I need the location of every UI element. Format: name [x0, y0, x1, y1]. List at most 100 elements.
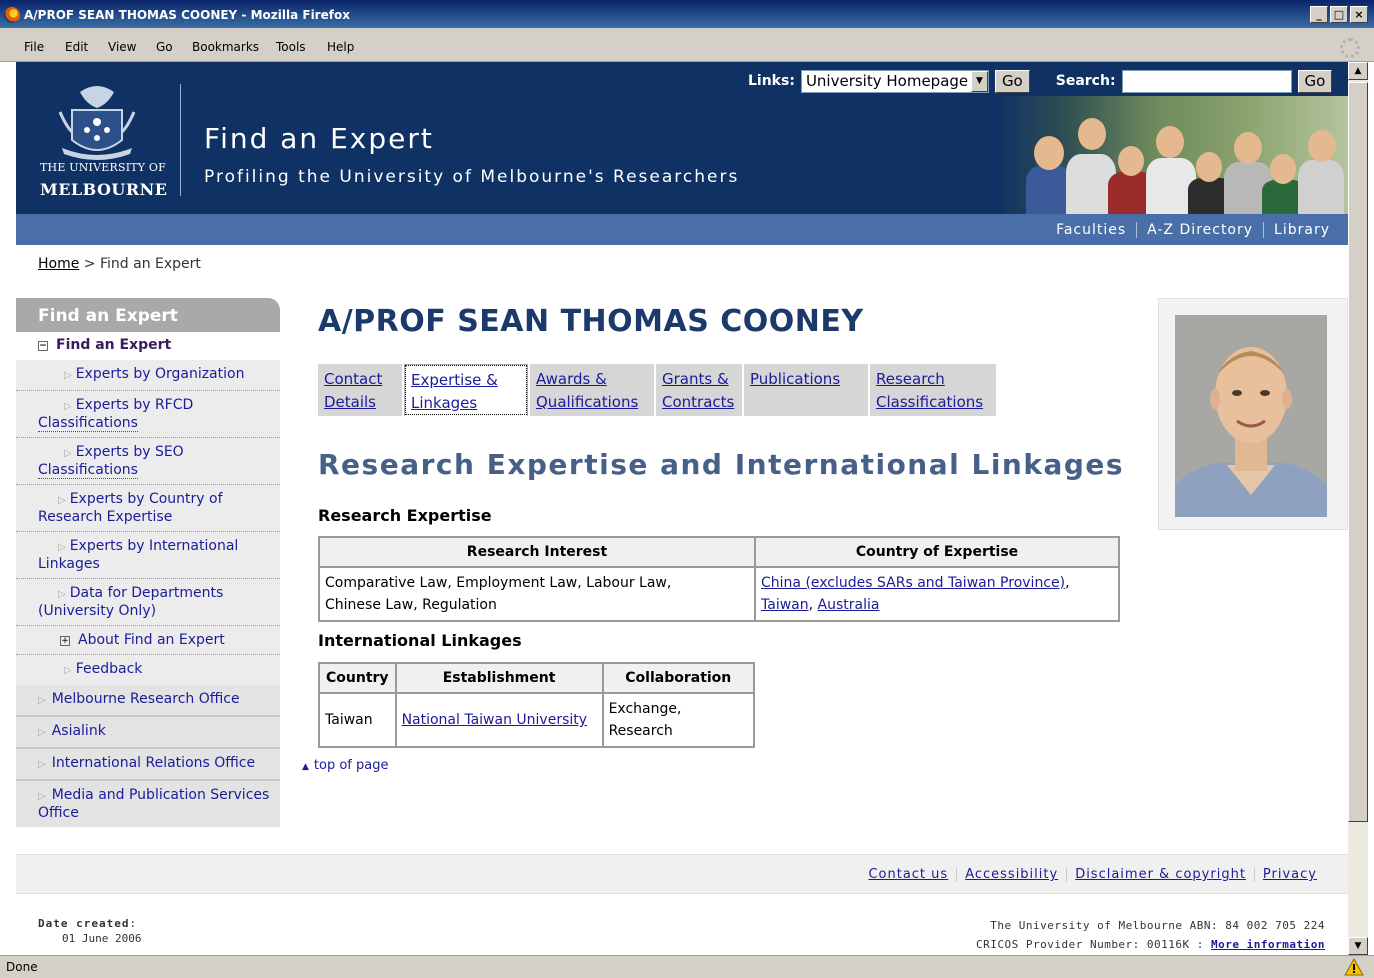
menu-tools[interactable]: Tools [276, 40, 306, 54]
top-of-page-link[interactable]: ▲ top of page [302, 758, 389, 773]
nav-item-international-relations[interactable]: ▷ International Relations Office [16, 749, 280, 781]
nav-item-label: Find an Expert [56, 337, 172, 353]
dropdown-arrow-icon[interactable]: ▼ [970, 70, 988, 92]
research-expertise-heading: Research Expertise [318, 506, 492, 525]
abn-text: The University of Melbourne ABN: 84 002 … [990, 919, 1325, 932]
nav-item-label: About Find an Expert [78, 632, 225, 648]
nav-az-directory[interactable]: A-Z Directory [1136, 222, 1263, 238]
linkage-establishment-cell: National Taiwan University [394, 692, 604, 748]
scroll-down-icon[interactable]: ▼ [1348, 937, 1368, 955]
menu-bookmarks[interactable]: Bookmarks [192, 40, 259, 54]
nav-item-experts-by-country[interactable]: ▷ Experts by Country of Research Expertis… [16, 485, 280, 532]
breadcrumb-current: Find an Expert [99, 256, 201, 272]
establishment-link[interactable]: National Taiwan University [402, 712, 587, 728]
nav-library[interactable]: Library [1263, 222, 1340, 238]
nav-item-label-abbr: Classifications [38, 415, 138, 432]
nav-item-asialink[interactable]: ▷ Asialink [16, 717, 280, 749]
collapse-icon[interactable]: − [38, 341, 48, 351]
country-of-expertise-cell: China (excludes SARs and Taiwan Province… [754, 566, 1120, 622]
search-go-button[interactable]: Go [1297, 69, 1333, 93]
separator: , [808, 597, 818, 613]
site-title: Find an Expert [204, 122, 434, 155]
footer-bar: Contact us Accessibility Disclaimer & co… [16, 854, 1348, 894]
tab-grants-contracts[interactable]: Grants & Contracts [656, 364, 742, 416]
menu-view[interactable]: View [108, 40, 136, 54]
linkage-country-cell: Taiwan [318, 692, 397, 748]
nav-item-experts-by-rfcd[interactable]: ▷ Experts by RFCD Classifications [16, 391, 280, 438]
column-header: Country [318, 662, 397, 694]
nav-item-experts-by-linkages[interactable]: ▷ Experts by International Linkages [16, 532, 280, 579]
top-of-page-label: top of page [313, 758, 389, 773]
table-row: Taiwan National Taiwan University Exchan… [318, 692, 756, 748]
more-information-link[interactable]: More information [1211, 938, 1325, 951]
links-select[interactable]: University Homepage ▼ [800, 69, 989, 93]
research-interest-cell: Comparative Law, Employment Law, Labour … [318, 566, 756, 622]
tab-expertise-linkages[interactable]: Expertise & Linkages [404, 364, 528, 416]
cricos-text: CRICOS Provider Number: 00116K : [975, 938, 1212, 951]
status-bar: Done [0, 955, 1374, 978]
nav-item-about[interactable]: + About Find an Expert [16, 626, 280, 655]
scroll-thumb[interactable] [1348, 82, 1368, 822]
maximize-button[interactable]: □ [1330, 6, 1348, 23]
separator: , [1065, 575, 1070, 591]
country-link-taiwan[interactable]: Taiwan [761, 597, 809, 613]
nav-item-data-for-departments[interactable]: ▷ Data for Departments (University Only) [16, 579, 280, 626]
country-link-australia[interactable]: Australia [818, 597, 880, 613]
research-interest-text: Chinese Law, Regulation [325, 597, 497, 613]
international-linkages-heading: International Linkages [318, 631, 522, 650]
footer-accessibility-link[interactable]: Accessibility [956, 867, 1066, 882]
nav-item-label: International Relations Office [51, 755, 256, 771]
nav-heading: Find an Expert [16, 298, 280, 332]
scroll-up-icon[interactable]: ▲ [1348, 62, 1368, 80]
university-name-line2: MELBOURNE [40, 180, 168, 199]
tab-contact-details[interactable]: Contact Details [318, 364, 402, 416]
country-link-china[interactable]: China (excludes SARs and Taiwan Province… [761, 575, 1065, 591]
footer-privacy-link[interactable]: Privacy [1253, 867, 1325, 882]
search-input[interactable] [1121, 69, 1292, 93]
minimize-button[interactable]: _ [1310, 6, 1328, 23]
expand-icon[interactable]: + [60, 636, 70, 646]
site-header: THE UNIVERSITY OF MELBOURNE Find an Expe… [16, 62, 1348, 214]
warning-icon[interactable] [1344, 958, 1364, 976]
links-go-button[interactable]: Go [994, 69, 1030, 93]
date-created-label: Date created [38, 917, 130, 930]
students-photo [996, 96, 1348, 214]
breadcrumb-home[interactable]: Home [38, 256, 79, 272]
breadcrumb-separator: > [79, 256, 100, 272]
header-divider [180, 84, 181, 196]
nav-item-feedback[interactable]: ▷ Feedback [16, 655, 280, 685]
tab-label: Classifications [876, 393, 984, 411]
links-label: Links: [748, 73, 795, 89]
nav-item-melbourne-research-office[interactable]: ▷ Melbourne Research Office [16, 685, 280, 717]
menu-help[interactable]: Help [327, 40, 354, 54]
date-created-colon: : [129, 917, 137, 930]
footer-disclaimer-link[interactable]: Disclaimer & copyright [1066, 867, 1254, 882]
date-created-value: 01 June 2006 [62, 932, 142, 945]
footer-contact-link[interactable]: Contact us [860, 867, 956, 882]
tab-research-classifications[interactable]: Research Classifications [870, 364, 996, 416]
window-title: A/PROF SEAN THOMAS COONEY - Mozilla Fire… [24, 8, 350, 22]
utility-nav: Faculties A-Z Directory Library [16, 214, 1348, 245]
nav-item-media-publication[interactable]: ▷ Media and Publication Services Office [16, 781, 280, 827]
tab-label: Expertise & [411, 371, 498, 389]
left-navigation: Find an Expert − Find an Expert ▷ Experts … [16, 298, 280, 827]
triangle-right-icon: ▷ [38, 791, 46, 802]
triangle-up-icon: ▲ [302, 762, 309, 772]
nav-faculties[interactable]: Faculties [1046, 222, 1136, 238]
breadcrumb: Home > Find an Expert [38, 256, 201, 272]
profile-tabs: Contact Details Expertise & Linkages Award… [318, 364, 996, 416]
nav-item-experts-by-seo[interactable]: ▷ Experts by SEO Classifications [16, 438, 280, 485]
firefox-icon [4, 7, 20, 23]
nav-item-experts-by-organization[interactable]: ▷ Experts by Organization [16, 360, 280, 391]
tab-awards-qualifications[interactable]: Awards & Qualifications [530, 364, 654, 416]
nav-item-label: Experts by Organization [75, 366, 245, 382]
table-row: Comparative Law, Employment Law, Labour … [318, 566, 1120, 622]
menu-edit[interactable]: Edit [65, 40, 88, 54]
menu-go[interactable]: Go [156, 40, 173, 54]
menu-file[interactable]: File [24, 40, 44, 54]
nav-item-label: Asialink [51, 723, 106, 739]
tab-publications[interactable]: Publications [744, 364, 868, 416]
nav-item-find-an-expert[interactable]: − Find an Expert [16, 332, 280, 360]
vertical-scrollbar[interactable]: ▲ ▼ [1348, 62, 1368, 955]
close-button[interactable]: × [1350, 6, 1368, 23]
